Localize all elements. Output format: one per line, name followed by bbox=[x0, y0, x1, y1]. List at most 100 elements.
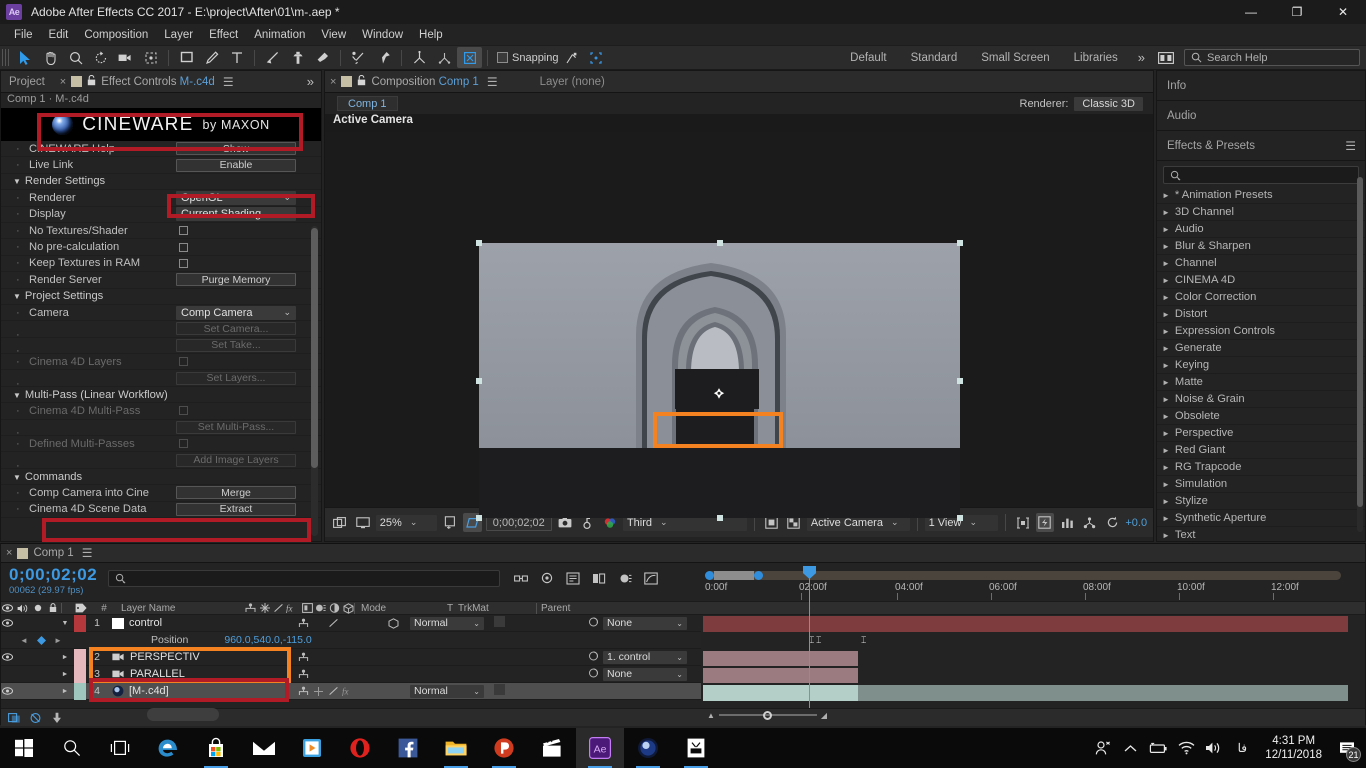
wifi-icon[interactable] bbox=[1173, 728, 1199, 768]
effect-controls-scrollbar[interactable] bbox=[311, 226, 318, 536]
mode-dropdown[interactable]: Normal ⌄ bbox=[410, 684, 484, 698]
video-toggle[interactable] bbox=[1, 653, 14, 661]
draft-3d-icon[interactable] bbox=[537, 568, 557, 588]
orbit-camera-tool[interactable] bbox=[432, 47, 457, 68]
selection-handle-tc[interactable] bbox=[717, 240, 723, 246]
pan-behind-tool[interactable] bbox=[138, 47, 163, 68]
search-help-field[interactable]: Search Help bbox=[1184, 49, 1360, 66]
chevron-down-icon[interactable]: ⌄ bbox=[676, 670, 683, 679]
effects-scrollbar[interactable] bbox=[1357, 177, 1363, 532]
opera-icon[interactable] bbox=[336, 728, 384, 768]
table-row[interactable]: ► 3 PARALLEL None ⌄ bbox=[1, 665, 701, 683]
effect-checkbox-keep-textures-in-ram[interactable] bbox=[179, 258, 188, 268]
effect-button-purge-memory[interactable]: Purge Memory bbox=[176, 273, 296, 287]
selection-handle-tr[interactable] bbox=[957, 240, 963, 246]
effect-category-obsolete[interactable]: ► Obsolete bbox=[1157, 408, 1365, 425]
effects-search-input[interactable] bbox=[1163, 166, 1359, 184]
chevron-right-icon[interactable]: ► bbox=[1162, 208, 1170, 217]
renderer-selector[interactable]: Renderer: Classic 3D bbox=[1020, 96, 1154, 111]
disclosure-triangle-icon[interactable]: ► bbox=[56, 671, 74, 678]
snap-bounds-icon[interactable] bbox=[584, 47, 609, 68]
table-row[interactable]: ◄ ► Position 960.0,540.0,-115.0 bbox=[1, 632, 701, 649]
mode-dropdown[interactable]: Normal ⌄ bbox=[410, 616, 484, 630]
puppet-pin-tool[interactable] bbox=[371, 47, 396, 68]
layer-bar-perspectiv[interactable] bbox=[703, 651, 858, 666]
info-panel-header[interactable]: Info bbox=[1157, 71, 1365, 101]
chevron-right-icon[interactable]: ► bbox=[1162, 395, 1170, 404]
taskbar-clock[interactable]: 4:31 PM 12/11/2018 bbox=[1257, 734, 1330, 762]
disclosure-triangle-icon[interactable]: ▼ bbox=[13, 473, 21, 482]
chevron-right-icon[interactable]: ► bbox=[1162, 531, 1170, 540]
effect-switch-icon[interactable] bbox=[327, 685, 340, 698]
menu-item-window[interactable]: Window bbox=[354, 27, 411, 43]
chevron-down-icon[interactable]: ⌄ bbox=[283, 307, 291, 318]
close-icon[interactable]: × bbox=[1, 547, 17, 559]
effect-category-cinema-4d[interactable]: ► CINEMA 4D bbox=[1157, 272, 1365, 289]
parent-pick-whip-icon[interactable] bbox=[588, 617, 599, 630]
t-cell[interactable] bbox=[494, 684, 510, 698]
chevron-right-icon[interactable]: ► bbox=[1162, 344, 1170, 353]
timeline-track-area[interactable]: ⌶ ⌶ ⌶ bbox=[701, 566, 1365, 708]
effect-row-project-settings[interactable]: ▼ Project Settings bbox=[1, 289, 321, 305]
keyframe-diamond-icon[interactable] bbox=[33, 635, 49, 645]
task-view-icon[interactable] bbox=[96, 728, 144, 768]
effect-category-rg-trapcode[interactable]: ► RG Trapcode bbox=[1157, 459, 1365, 476]
snapping-checkbox[interactable] bbox=[497, 52, 508, 63]
monitor-icon[interactable] bbox=[353, 513, 371, 532]
chevron-right-icon[interactable]: ► bbox=[1162, 429, 1170, 438]
menu-item-edit[interactable]: Edit bbox=[41, 27, 77, 43]
effect-dropdown-camera[interactable]: Comp Camera ⌄ bbox=[176, 305, 296, 320]
menu-item-layer[interactable]: Layer bbox=[156, 27, 201, 43]
table-row[interactable]: ► 4 [M-.c4d] fx Normal ⌄ bbox=[1, 682, 701, 700]
video-toggle[interactable] bbox=[1, 619, 14, 627]
effects-category-list[interactable]: ► * Animation Presets ► 3D Channel ► Audio ► Bl… bbox=[1157, 187, 1365, 544]
effect-dropdown-renderer[interactable]: OpenGL ⌄ bbox=[176, 190, 296, 205]
file-explorer-icon[interactable] bbox=[432, 728, 480, 768]
three-d-layer-icon[interactable] bbox=[387, 617, 400, 630]
layer-mode-cell[interactable]: Normal ⌄ bbox=[406, 616, 494, 630]
layer-switches[interactable] bbox=[293, 651, 406, 664]
facebook-icon[interactable] bbox=[384, 728, 432, 768]
video-editor-icon[interactable] bbox=[528, 728, 576, 768]
eraser-tool[interactable] bbox=[310, 47, 335, 68]
renderer-value[interactable]: Classic 3D bbox=[1074, 96, 1143, 111]
layer-parent-cell[interactable]: 1. control ⌄ bbox=[588, 650, 701, 664]
renderer-options-icon[interactable] bbox=[1081, 513, 1099, 532]
effect-category-animation-presets[interactable]: ► * Animation Presets bbox=[1157, 187, 1365, 204]
effect-button-merge[interactable]: Merge bbox=[176, 486, 296, 500]
exposure-value[interactable]: +0.0 bbox=[1125, 517, 1147, 529]
disclosure-triangle-icon[interactable]: ▼ bbox=[13, 391, 21, 400]
disclosure-triangle-icon[interactable]: ▼ bbox=[56, 620, 74, 627]
menu-item-animation[interactable]: Animation bbox=[246, 27, 313, 43]
effect-category-3d-channel[interactable]: ► 3D Channel bbox=[1157, 204, 1365, 221]
layer-bar-m-c4d[interactable] bbox=[703, 685, 858, 701]
movies-tv-icon[interactable] bbox=[288, 728, 336, 768]
t-cell[interactable] bbox=[494, 616, 510, 630]
chevron-down-icon[interactable]: ⌄ bbox=[473, 619, 480, 628]
parent-pick-whip-icon[interactable] bbox=[588, 668, 599, 681]
work-area-end-handle[interactable] bbox=[754, 571, 763, 580]
parent-dropdown[interactable]: None ⌄ bbox=[603, 616, 687, 630]
toolbar-grip[interactable] bbox=[2, 49, 10, 66]
selection-handle-tl[interactable] bbox=[476, 240, 482, 246]
pan-camera-tool[interactable] bbox=[457, 47, 482, 68]
menu-item-effect[interactable]: Effect bbox=[201, 27, 246, 43]
selection-tool[interactable] bbox=[13, 47, 38, 68]
timeline-graph-icon[interactable] bbox=[1058, 513, 1076, 532]
chevron-down-icon[interactable]: ⌄ bbox=[473, 687, 480, 696]
volume-icon[interactable] bbox=[1201, 728, 1227, 768]
effect-button-show[interactable]: Show bbox=[176, 142, 296, 156]
property-value[interactable]: 960.0,540.0,-115.0 bbox=[224, 634, 311, 646]
chevron-right-icon[interactable]: ► bbox=[1162, 191, 1170, 200]
lock-icon[interactable] bbox=[357, 74, 366, 89]
pdf-icon[interactable] bbox=[480, 728, 528, 768]
effect-category-audio[interactable]: ► Audio bbox=[1157, 221, 1365, 238]
clone-stamp-tool[interactable] bbox=[285, 47, 310, 68]
workspace-standard[interactable]: Standard bbox=[899, 49, 970, 67]
close-button[interactable]: ✕ bbox=[1320, 0, 1366, 24]
after-effects-icon[interactable]: Ae bbox=[576, 728, 624, 768]
hamburger-icon[interactable]: ☰ bbox=[223, 75, 234, 89]
battery-icon[interactable] bbox=[1145, 728, 1171, 768]
parent-pin-icon[interactable] bbox=[297, 617, 310, 630]
breadcrumb-comp-1[interactable]: Comp 1 bbox=[337, 96, 398, 111]
